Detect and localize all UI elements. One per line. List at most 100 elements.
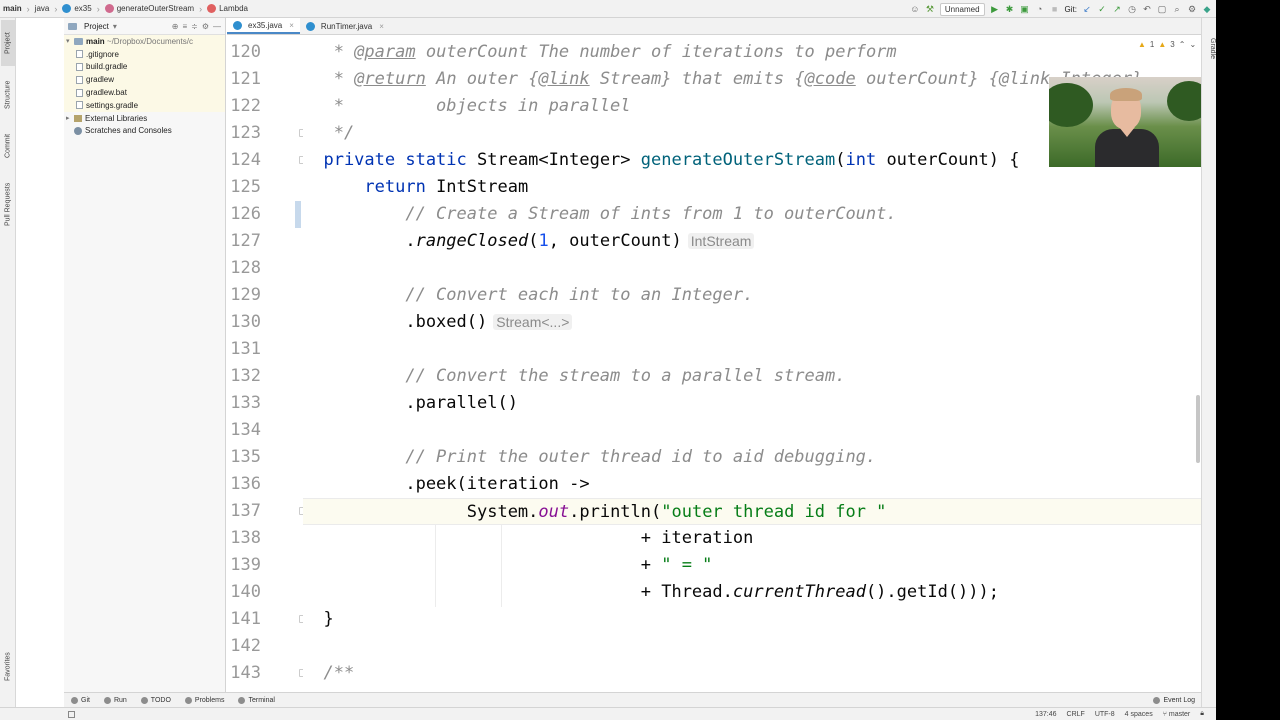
rollback-icon[interactable]: ↶	[1142, 4, 1152, 14]
history-icon[interactable]: ◷	[1127, 4, 1137, 14]
caret-position[interactable]: 137:46	[1035, 711, 1056, 718]
breadcrumb-java[interactable]: java	[32, 0, 53, 18]
close-icon[interactable]: ×	[289, 21, 294, 30]
breadcrumb-method[interactable]: generateOuterStream	[102, 0, 197, 18]
lambda-icon	[207, 4, 217, 13]
type-hint: IntStream	[687, 233, 755, 249]
editor-scrollbar[interactable]	[1196, 395, 1200, 463]
tool-tab-structure[interactable]: Structure	[1, 70, 15, 120]
code-line: // Print the outer thread id to aid debu…	[303, 447, 877, 467]
hammer-icon[interactable]: ⚒	[925, 4, 935, 14]
code-line: .boxed() Stream<...>	[303, 309, 1201, 336]
event-log-button[interactable]: Event Log	[1153, 696, 1201, 704]
git-icon	[71, 696, 78, 704]
code-line: + " = "	[303, 555, 713, 575]
file-encoding[interactable]: UTF-8	[1095, 711, 1115, 718]
git-branch[interactable]: ⑂ master	[1163, 711, 1191, 718]
line-number: 132	[230, 366, 261, 386]
tree-shape	[1049, 83, 1093, 127]
git-update-icon[interactable]: ↙	[1082, 4, 1092, 14]
todo-icon	[140, 696, 148, 704]
settings-icon[interactable]: ▢	[1157, 4, 1167, 14]
lock-icon[interactable]: 🔒︎	[1200, 710, 1204, 718]
tool-tab-favorites[interactable]: Favorites	[1, 644, 15, 690]
code-line: * @param outerCount The number of iterat…	[303, 42, 897, 62]
ide-window: main › java › ex35 › generateOuterStream…	[0, 0, 1280, 720]
collapse-icon[interactable]: ≡	[182, 22, 187, 31]
tool-tab-git[interactable]: Git	[64, 696, 97, 704]
left-tool-strip: Project Structure Commit Pull Requests F…	[0, 18, 16, 708]
debug-icon[interactable]: ✱	[1005, 4, 1015, 14]
tab-runtimer-java[interactable]: RunTimer.java ×	[300, 18, 390, 34]
tool-tab-pull-requests[interactable]: Pull Requests	[1, 174, 15, 234]
tool-tab-run[interactable]: Run	[97, 696, 134, 704]
chevron-down-icon[interactable]: ▾	[113, 22, 117, 31]
search-icon[interactable]: ⌕	[1172, 4, 1182, 14]
tool-tab-todo[interactable]: TODO	[134, 696, 178, 704]
root-name: main	[86, 36, 105, 46]
tree-item-root[interactable]: ▾ main ~/Dropbox/Documents/c	[64, 35, 225, 48]
breadcrumb-lambda[interactable]: Lambda	[204, 0, 251, 18]
code-line: .peek(iteration ->	[303, 474, 590, 494]
run-icon[interactable]: ▶	[990, 4, 1000, 14]
tool-tab-project[interactable]: Project	[1, 20, 15, 66]
breadcrumb-separator: ›	[199, 3, 203, 14]
breadcrumb-separator: ›	[26, 3, 30, 14]
chevron-right-icon[interactable]: ▸	[66, 114, 74, 122]
tool-tab-terminal[interactable]: Terminal	[231, 696, 281, 704]
line-number: 129	[230, 285, 261, 305]
chevron-up-icon[interactable]: ⌃	[1179, 40, 1186, 49]
code-line: + iteration	[303, 528, 754, 548]
stop-icon[interactable]: ■	[1050, 4, 1060, 14]
breadcrumb-main[interactable]: main	[0, 0, 25, 18]
line-number: 125	[230, 177, 261, 197]
user-icon[interactable]: ☺	[910, 4, 920, 14]
inspection-widget[interactable]: ▲ 1 ▲ 3 ⌃ ⌄	[1138, 40, 1196, 49]
code-line: }	[303, 609, 334, 629]
tree-item-file[interactable]: settings.gradle	[64, 98, 225, 112]
tree-item-file[interactable]: gradlew	[64, 73, 225, 87]
tree-item-file[interactable]: build.gradle	[64, 60, 225, 74]
change-marker[interactable]	[295, 201, 301, 228]
gear-icon[interactable]: ⚙	[202, 22, 209, 31]
git-commit-icon[interactable]: ✓	[1097, 4, 1107, 14]
close-icon[interactable]: ×	[379, 22, 384, 31]
run-configuration-select[interactable]: Unnamed	[939, 2, 985, 16]
chevron-down-icon[interactable]: ⌄	[1189, 40, 1196, 49]
locate-icon[interactable]: ⊕	[172, 22, 179, 31]
tree-item-file[interactable]: gradlew.bat	[64, 86, 225, 99]
line-number: 137	[230, 501, 261, 521]
plugin-icon[interactable]: ◆	[1202, 4, 1212, 14]
layout-toggle-icon[interactable]	[68, 711, 75, 718]
library-icon	[74, 114, 82, 122]
breadcrumb-separator: ›	[54, 3, 58, 14]
tree-item-external-libraries[interactable]: ▸ External Libraries	[64, 112, 225, 125]
line-number-gutter: 120 121 122 123 124 125 126 127 128 129 …	[227, 39, 307, 694]
tool-tab-gradle[interactable]: Gradle	[1203, 36, 1216, 61]
coverage-icon[interactable]: ▣	[1020, 4, 1030, 14]
file-icon	[76, 88, 83, 97]
chevron-down-icon[interactable]: ▾	[66, 37, 74, 45]
type-hint: Stream<...>	[493, 314, 573, 330]
gear-icon[interactable]: ⚙	[1187, 4, 1197, 14]
tool-tab-problems[interactable]: Problems	[178, 696, 232, 704]
indent-setting[interactable]: 4 spaces	[1125, 711, 1153, 718]
hide-icon[interactable]: —	[213, 22, 221, 31]
code-line: // Create a Stream of ints from 1 to out…	[303, 204, 897, 224]
line-number: 123	[230, 123, 261, 143]
project-panel-header: Project ▾ ⊕ ≡ ≑ ⚙ —	[64, 18, 225, 35]
line-separator[interactable]: CRLF	[1067, 711, 1085, 718]
line-number: 135	[230, 447, 261, 467]
toolbar: ☺ ⚒ Unnamed ▶ ✱ ▣ ◔ ■ Git: ↙ ✓ ↗ ◷ ↶ ▢ ⌕…	[910, 0, 1212, 18]
expand-icon[interactable]: ≑	[191, 22, 198, 31]
tree-item-scratches[interactable]: Scratches and Consoles	[64, 125, 225, 138]
tab-ex35-java[interactable]: ex35.java ×	[227, 18, 300, 34]
tool-tab-commit[interactable]: Commit	[1, 124, 15, 168]
profile-icon[interactable]: ◔	[1035, 4, 1045, 14]
git-push-icon[interactable]: ↗	[1112, 4, 1122, 14]
event-log-icon	[1153, 696, 1161, 704]
project-view-dropdown[interactable]: Project	[84, 22, 109, 31]
tree-item-file[interactable]: .gitignore	[64, 47, 225, 61]
breadcrumb-class[interactable]: ex35	[59, 0, 94, 18]
letterbox-bar	[1216, 0, 1280, 720]
